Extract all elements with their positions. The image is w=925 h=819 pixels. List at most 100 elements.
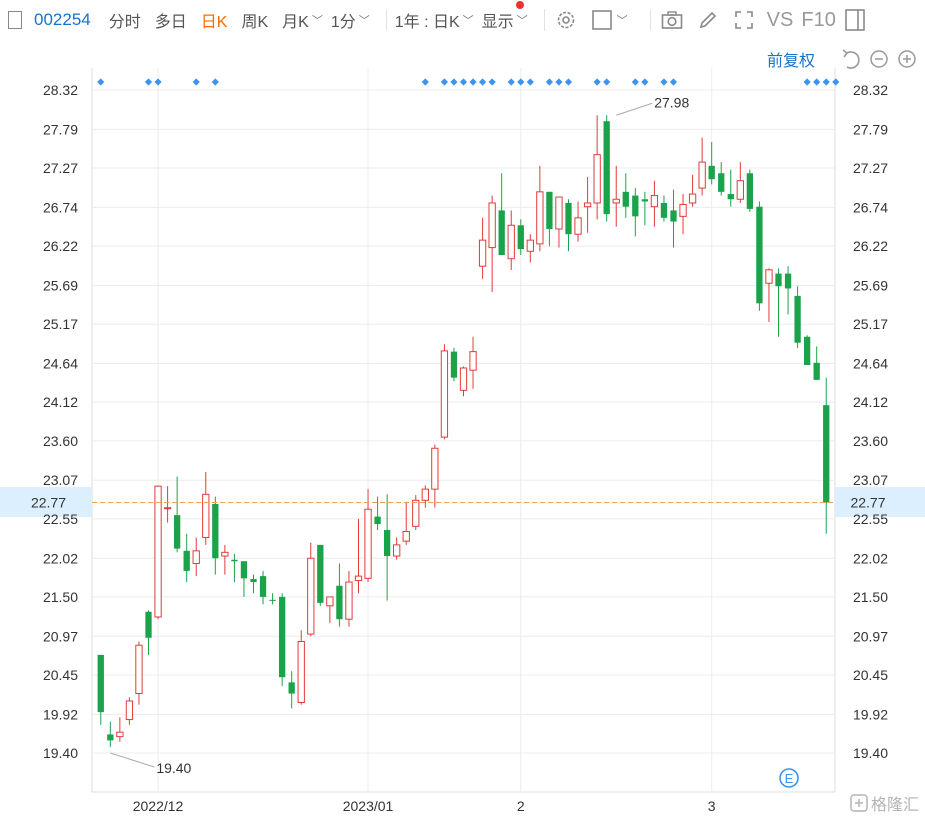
candle[interactable] (784, 266, 792, 315)
candle[interactable] (794, 286, 801, 348)
candle[interactable] (259, 570, 267, 605)
candle[interactable] (526, 234, 534, 263)
candle[interactable] (163, 486, 172, 523)
candle[interactable] (536, 165, 544, 252)
event-marker[interactable] (669, 78, 678, 86)
event-marker[interactable] (832, 78, 840, 86)
candle[interactable] (440, 344, 449, 440)
candle[interactable] (240, 561, 248, 597)
event-marker[interactable] (440, 78, 449, 86)
candle[interactable] (612, 165, 620, 227)
event-marker[interactable] (555, 78, 563, 86)
candle[interactable] (688, 174, 697, 207)
candle[interactable] (145, 610, 152, 655)
event-marker[interactable] (603, 78, 611, 86)
candle[interactable] (221, 544, 229, 575)
candle[interactable] (498, 173, 505, 256)
event-marker[interactable] (478, 78, 487, 86)
candle[interactable] (756, 201, 763, 311)
candle[interactable] (698, 137, 706, 196)
candle[interactable] (421, 485, 429, 508)
event-marker[interactable] (144, 78, 153, 86)
candle[interactable] (670, 189, 677, 248)
candle[interactable] (116, 717, 124, 742)
candle[interactable] (278, 593, 286, 687)
candle[interactable] (431, 444, 439, 508)
event-markers[interactable] (97, 78, 840, 86)
candle[interactable] (546, 191, 553, 247)
candle[interactable] (823, 377, 830, 534)
candle[interactable] (765, 268, 773, 322)
candle[interactable] (317, 544, 324, 606)
candle[interactable] (412, 495, 420, 531)
event-marker[interactable] (660, 78, 668, 86)
candle[interactable] (125, 697, 134, 725)
candle[interactable] (183, 533, 190, 583)
candle[interactable] (718, 162, 725, 196)
event-marker[interactable] (545, 78, 554, 86)
event-marker[interactable] (526, 78, 534, 86)
candle[interactable] (746, 169, 754, 212)
candle[interactable] (354, 518, 363, 594)
candle[interactable] (632, 188, 639, 237)
candle[interactable] (708, 142, 715, 185)
event-marker[interactable] (211, 78, 219, 86)
candle[interactable] (517, 219, 524, 256)
undo-icon[interactable] (842, 49, 860, 69)
candle[interactable] (622, 173, 629, 218)
event-marker[interactable] (813, 78, 821, 86)
event-marker[interactable] (631, 78, 639, 86)
event-marker[interactable] (97, 78, 105, 86)
candle[interactable] (345, 570, 353, 627)
candle[interactable] (583, 176, 592, 233)
candle[interactable] (326, 596, 334, 623)
candle[interactable] (679, 194, 687, 235)
event-marker[interactable] (803, 78, 811, 86)
candle[interactable] (565, 199, 572, 252)
candle[interactable] (154, 485, 162, 620)
candle[interactable] (402, 501, 410, 545)
candle[interactable] (450, 347, 458, 382)
candle[interactable] (803, 335, 811, 366)
event-marker[interactable] (469, 78, 477, 86)
candle[interactable] (650, 180, 659, 227)
candle[interactable] (507, 210, 515, 270)
candle[interactable] (250, 574, 257, 594)
candle[interactable] (192, 537, 200, 577)
candle[interactable] (374, 496, 381, 531)
candle[interactable] (307, 542, 315, 637)
candle[interactable] (775, 268, 782, 337)
candle[interactable] (288, 671, 295, 709)
candle[interactable] (727, 169, 734, 207)
zoom-out-icon[interactable] (870, 50, 888, 68)
candle[interactable] (269, 593, 276, 605)
zoom-in-icon[interactable] (898, 50, 916, 68)
candle[interactable] (478, 217, 487, 279)
candle[interactable] (469, 336, 477, 389)
candle[interactable] (641, 191, 649, 226)
candle[interactable] (459, 366, 468, 397)
candle[interactable] (202, 472, 210, 545)
candle[interactable] (593, 115, 601, 220)
event-marker[interactable] (154, 78, 162, 86)
candle[interactable] (212, 496, 219, 575)
candle[interactable] (297, 630, 305, 705)
event-marker[interactable] (822, 78, 830, 86)
candle[interactable] (660, 195, 668, 222)
event-e-icon[interactable]: E (779, 768, 799, 788)
candle[interactable] (336, 563, 343, 627)
event-marker[interactable] (593, 78, 601, 86)
event-marker[interactable] (507, 78, 515, 86)
event-marker[interactable] (421, 78, 429, 86)
candle[interactable] (135, 641, 143, 705)
event-marker[interactable] (488, 78, 496, 86)
candle[interactable] (813, 346, 820, 380)
candle[interactable] (488, 195, 496, 293)
candles[interactable] (97, 115, 830, 748)
candle[interactable] (173, 476, 181, 553)
candle[interactable] (107, 721, 114, 748)
event-marker[interactable] (450, 78, 458, 86)
event-marker[interactable] (641, 78, 649, 86)
candle[interactable] (383, 494, 391, 601)
event-marker[interactable] (564, 78, 573, 86)
